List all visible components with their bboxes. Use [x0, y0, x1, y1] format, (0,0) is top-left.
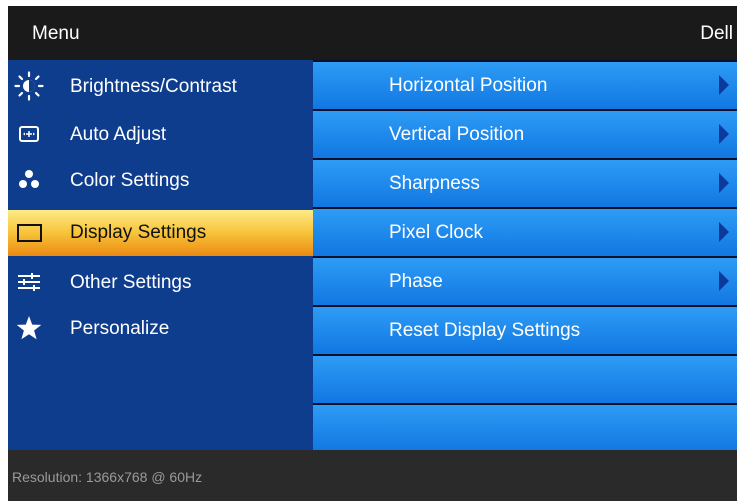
auto-adjust-icon	[19, 126, 39, 142]
submenu-item-pixel-clock[interactable]: Pixel Clock	[313, 209, 737, 256]
menu-item-label: Color Settings	[70, 170, 190, 191]
chevron-right-icon	[719, 124, 729, 144]
submenu-item-sharpness[interactable]: Sharpness	[313, 160, 737, 207]
display-icon	[17, 224, 42, 242]
menu-item-color-settings[interactable]: Color Settings	[8, 158, 313, 204]
chevron-right-icon	[719, 75, 729, 95]
submenu-item-label: Pixel Clock	[389, 222, 483, 243]
menu-item-label: Auto Adjust	[70, 124, 167, 145]
submenu-item-label: Phase	[389, 271, 443, 292]
chevron-right-icon	[719, 173, 729, 193]
menu-item-display-settings[interactable]: Display Settings	[8, 210, 313, 256]
brand-label: Dell	[700, 23, 733, 44]
submenu-item-empty	[313, 405, 737, 452]
menu-item-personalize[interactable]: Personalize	[8, 306, 313, 352]
menu-title: Menu	[32, 23, 80, 44]
menu-item-label: Other Settings	[70, 272, 192, 293]
menu-item-label: Personalize	[70, 318, 170, 339]
menu-item-brightness-contrast[interactable]: Brightness/Contrast	[8, 64, 313, 110]
star-icon	[16, 316, 42, 340]
osd-menu-window: Menu Dell Brightness/Contrast Auto Adjus…	[8, 6, 737, 501]
menu-item-label: Display Settings	[70, 222, 207, 243]
brightness-icon	[14, 71, 44, 101]
status-footer: Resolution: 1366x768 @ 60Hz	[8, 450, 737, 501]
submenu-item-empty	[313, 356, 737, 403]
resolution-label: Resolution: 1366x768 @ 60Hz	[12, 469, 203, 485]
color-settings-icon	[19, 170, 39, 188]
submenu-item-phase[interactable]: Phase	[313, 258, 737, 305]
submenu-item-reset-display-settings[interactable]: Reset Display Settings	[313, 307, 737, 354]
chevron-right-icon	[719, 271, 729, 291]
menu-item-other-settings[interactable]: Other Settings	[8, 260, 313, 306]
submenu-item-horizontal-position[interactable]: Horizontal Position	[313, 62, 737, 109]
submenu-item-label: Sharpness	[389, 173, 480, 194]
submenu-item-label: Vertical Position	[389, 124, 525, 145]
submenu-item-label: Reset Display Settings	[389, 320, 581, 341]
submenu-item-vertical-position[interactable]: Vertical Position	[313, 111, 737, 158]
menu-header: Menu Dell	[8, 6, 737, 60]
main-menu-list: Brightness/Contrast Auto Adjust Color Se…	[8, 60, 313, 450]
submenu-list: Horizontal Position Vertical Position Sh…	[313, 60, 737, 452]
sliders-icon	[18, 273, 40, 291]
menu-item-auto-adjust[interactable]: Auto Adjust	[8, 112, 313, 158]
submenu-item-label: Horizontal Position	[389, 75, 548, 96]
menu-item-label: Brightness/Contrast	[70, 76, 237, 97]
chevron-right-icon	[719, 222, 729, 242]
